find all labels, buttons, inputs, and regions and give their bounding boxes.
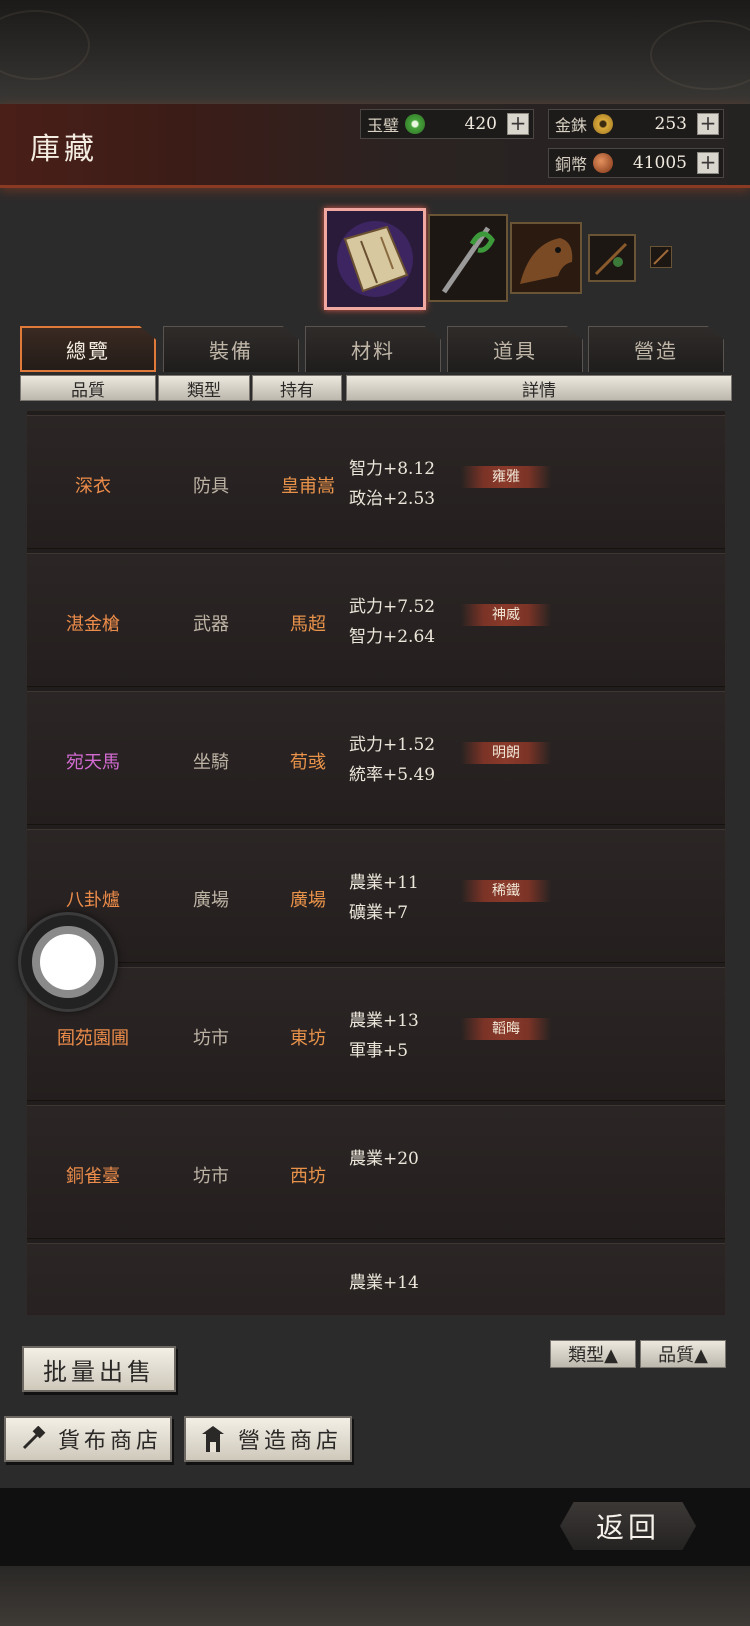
currency-jade: 玉璧 420 + — [360, 109, 534, 139]
item-stat: 農業+14 — [349, 1273, 419, 1293]
item-stat: 政治+2.53 — [349, 489, 436, 509]
item-stat: 智力+2.64 — [349, 627, 436, 647]
add-gold-button[interactable]: + — [697, 113, 719, 135]
list-item[interactable]: 宛天馬 坐騎 荀彧 武力+1.52 統率+5.49 明朗 — [27, 691, 725, 825]
gold-coin-icon — [593, 114, 613, 134]
item-list[interactable]: 深衣 防具 皇甫嵩 智力+8.12 政治+2.53 雍雅 湛金槍 武器 馬超 武… — [26, 410, 726, 1316]
build-shop-button[interactable]: 營造商店 — [184, 1416, 352, 1462]
item-trait-tag: 明朗 — [461, 742, 551, 764]
list-item[interactable]: 深衣 防具 皇甫嵩 智力+8.12 政治+2.53 雍雅 — [27, 415, 725, 549]
item-stat: 智力+8.12 — [349, 459, 436, 479]
filter-quality-button[interactable]: 品質▲ — [640, 1340, 726, 1368]
item-holder: 皇甫嵩 — [281, 476, 335, 497]
item-type: 武器 — [193, 614, 229, 635]
item-trait-tag: 韜晦 — [461, 1018, 551, 1040]
sort-quality-header[interactable]: 品質 — [20, 375, 156, 401]
tower-icon — [202, 1426, 224, 1452]
sort-holder-header[interactable]: 持有 — [252, 375, 342, 401]
item-name: 深衣 — [75, 476, 111, 497]
item-stat: 統率+5.49 — [349, 765, 436, 785]
item-name: 宛天馬 — [66, 752, 120, 773]
item-name: 囿苑園圃 — [57, 1028, 129, 1049]
item-stats: 農業+20 — [349, 1144, 419, 1174]
item-stat: 農業+11 — [349, 873, 419, 893]
item-stat: 礦業+7 — [349, 903, 409, 923]
arrow-item-icon[interactable] — [588, 234, 636, 282]
hammer-icon — [22, 1426, 46, 1450]
currency-label: 金銖 — [555, 116, 588, 135]
item-holder: 東坊 — [290, 1028, 326, 1049]
item-holder: 馬超 — [290, 614, 326, 635]
item-stats: 武力+1.52 統率+5.49 — [349, 730, 435, 790]
tab-items[interactable]: 道具 — [447, 326, 583, 372]
sort-type-header[interactable]: 類型 — [158, 375, 250, 401]
page-title: 庫藏 — [30, 132, 98, 167]
item-stat: 武力+7.52 — [349, 597, 436, 617]
currency-shop-button[interactable]: 貨布商店 — [4, 1416, 172, 1462]
back-button[interactable]: 返回 — [560, 1502, 696, 1550]
item-stat: 農業+20 — [349, 1149, 419, 1169]
bottom-background — [0, 1566, 750, 1626]
tab-construction[interactable]: 營造 — [588, 326, 724, 372]
sort-header-bar: 品質 類型 持有 詳情 — [20, 375, 732, 401]
item-type: 坊市 — [193, 1166, 229, 1187]
spear-item-icon[interactable] — [428, 214, 508, 302]
top-background — [0, 0, 750, 104]
item-type: 坐騎 — [193, 752, 229, 773]
list-item[interactable]: 囿苑園圃 坊市 東坊 農業+13 軍事+5 韜晦 — [27, 967, 725, 1101]
item-stats: 農業+11 礦業+7 — [349, 868, 419, 928]
item-holder: 荀彧 — [290, 752, 326, 773]
jade-coin-icon — [405, 114, 425, 134]
copper-coin-icon — [593, 153, 613, 173]
item-trait-tag: 神威 — [461, 604, 551, 626]
filter-type-button[interactable]: 類型▲ — [550, 1340, 636, 1368]
item-name: 八卦爐 — [66, 890, 120, 911]
small-item-icon[interactable] — [650, 246, 672, 268]
item-stats: 農業+13 軍事+5 — [349, 1006, 419, 1066]
category-tabs: 總覽 裝備 材料 道具 營造 — [20, 326, 728, 372]
currency-copper: 銅幣 41005 + — [548, 148, 724, 178]
item-type: 坊市 — [193, 1028, 229, 1049]
item-stats: 智力+8.12 政治+2.53 — [349, 454, 435, 514]
item-stat: 武力+1.52 — [349, 735, 436, 755]
floating-assistive-button[interactable] — [18, 912, 118, 1012]
item-type: 廣場 — [193, 890, 229, 911]
item-trait-tag: 雍雅 — [461, 466, 551, 488]
add-jade-button[interactable]: + — [507, 113, 529, 135]
tab-equipment[interactable]: 裝備 — [163, 326, 299, 372]
currency-shop-label: 貨布商店 — [58, 1429, 163, 1454]
currency-gold: 金銖 253 + — [548, 109, 724, 139]
item-stat: 農業+13 — [349, 1011, 419, 1031]
item-name: 銅雀臺 — [66, 1166, 120, 1187]
item-trait-tag: 稀鐵 — [461, 880, 551, 902]
item-holder: 廣場 — [290, 890, 326, 911]
item-stats: 武力+7.52 智力+2.64 — [349, 592, 435, 652]
item-stat: 軍事+5 — [349, 1041, 409, 1061]
add-copper-button[interactable]: + — [697, 152, 719, 174]
build-shop-label: 營造商店 — [238, 1429, 343, 1454]
tab-materials[interactable]: 材料 — [305, 326, 441, 372]
item-name: 湛金槍 — [66, 614, 120, 635]
list-item[interactable]: 農業+14 — [27, 1243, 725, 1315]
currency-label: 玉璧 — [367, 116, 400, 135]
list-item[interactable]: 湛金槍 武器 馬超 武力+7.52 智力+2.64 神威 — [27, 553, 725, 687]
horse-item-icon[interactable] — [510, 222, 582, 294]
list-item[interactable]: 銅雀臺 坊市 西坊 農業+20 — [27, 1105, 725, 1239]
floating-button-core — [32, 926, 104, 998]
book-item-icon[interactable] — [324, 208, 426, 310]
item-type: 防具 — [193, 476, 229, 497]
bulk-sell-button[interactable]: 批量出售 — [22, 1346, 176, 1392]
tab-overview[interactable]: 總覽 — [20, 326, 156, 372]
item-stats: 農業+14 — [349, 1268, 419, 1298]
list-item[interactable]: 八卦爐 廣場 廣場 農業+11 礦業+7 稀鐵 — [27, 829, 725, 963]
item-holder: 西坊 — [290, 1166, 326, 1187]
currency-value: 253 — [654, 114, 687, 134]
details-header: 詳情 — [346, 375, 732, 401]
currency-value: 420 — [464, 114, 497, 134]
currency-value: 41005 — [632, 153, 687, 173]
currency-label: 銅幣 — [555, 155, 588, 174]
